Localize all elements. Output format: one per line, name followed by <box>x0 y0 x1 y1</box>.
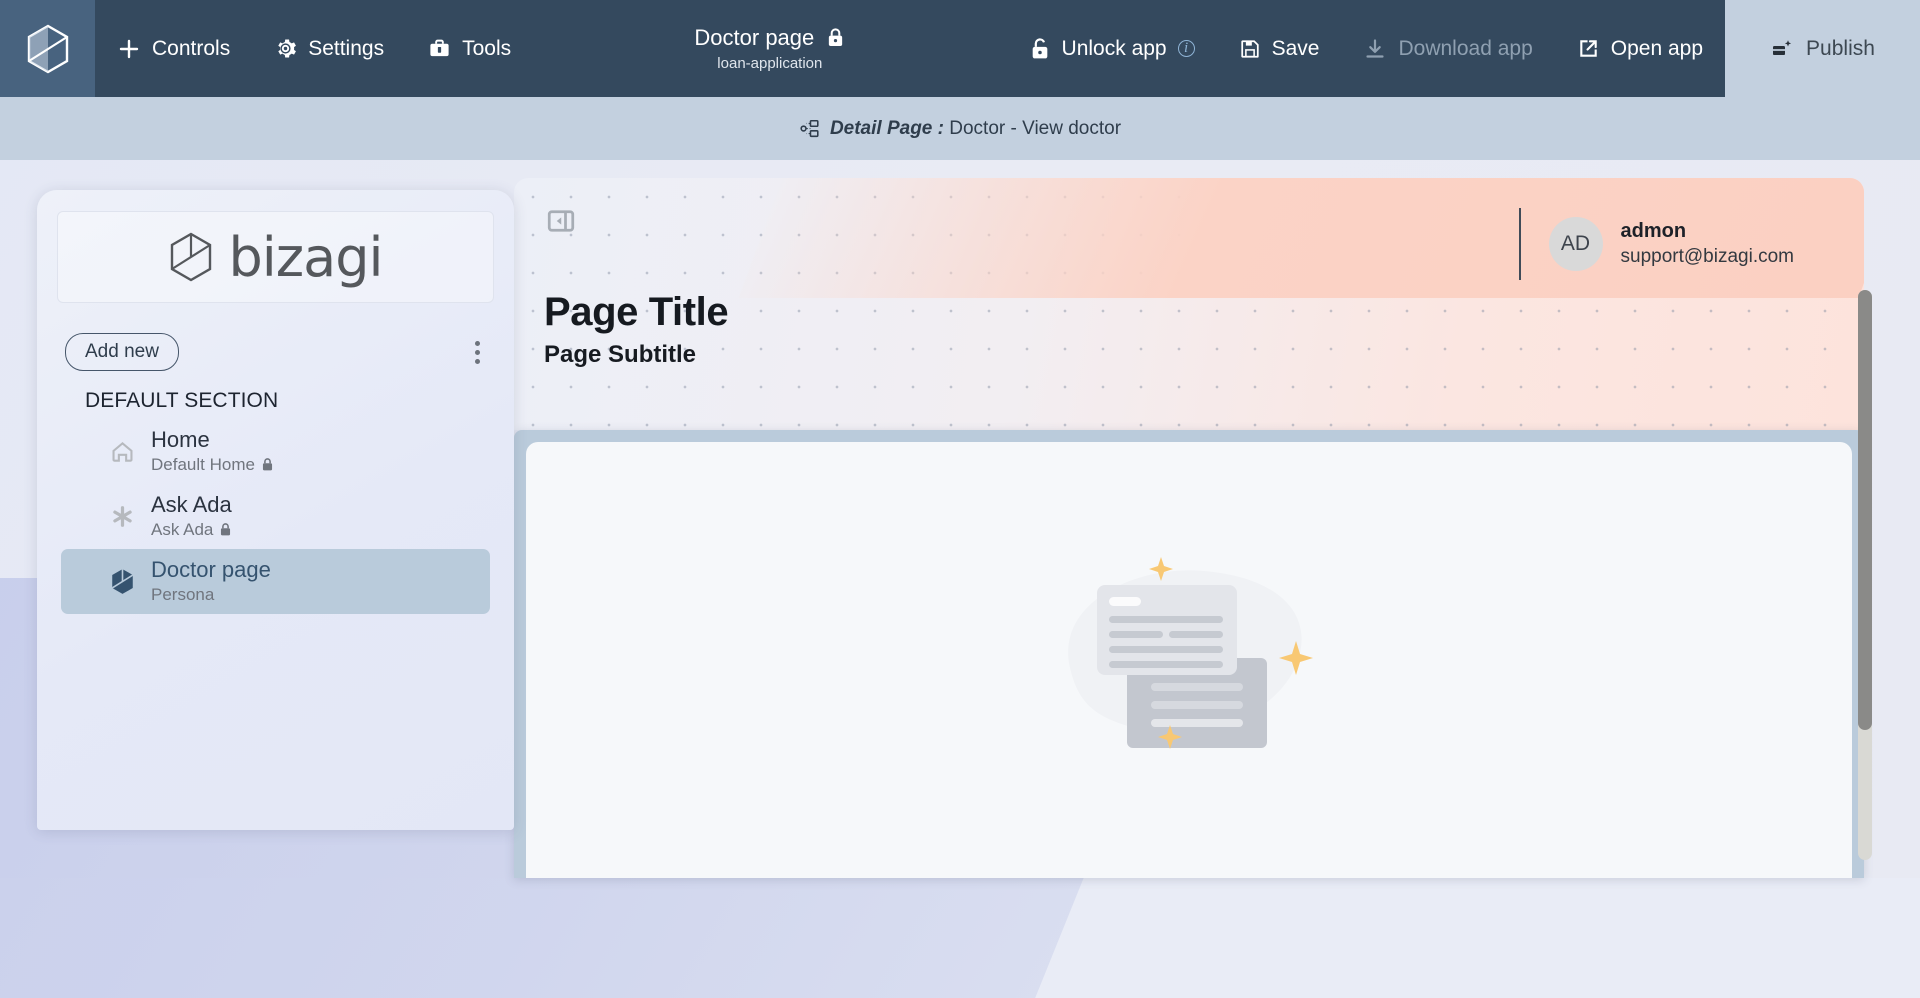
navigation-list: Home Default Home <box>37 419 514 614</box>
lock-open-icon <box>1029 37 1051 60</box>
add-new-button[interactable]: Add new <box>65 333 179 371</box>
external-link-icon <box>1577 37 1600 60</box>
user-text: admon support@bizagi.com <box>1621 219 1794 270</box>
app-logo-box[interactable]: bizagi <box>57 211 494 303</box>
panel-toolbar: Add new <box>37 303 514 371</box>
bizagi-cube-icon <box>169 232 213 282</box>
user-email: support@bizagi.com <box>1621 245 1794 270</box>
sidebar-item-text: Doctor page Persona <box>151 558 271 605</box>
open-app-label: Open app <box>1611 37 1703 61</box>
download-app-label: Download app <box>1398 37 1532 61</box>
sidebar-item-subtitle-row: Persona <box>151 585 271 605</box>
breadcrumb-prefix: Detail Page : <box>830 118 944 139</box>
page-meta-container: Doctor page loan-application <box>533 0 1006 97</box>
publish-icon <box>1770 37 1794 61</box>
sidebar-item-text: Home Default Home <box>151 428 274 475</box>
sidebar-item-subtitle: Ask Ada <box>151 520 213 540</box>
documents-placeholder-illustration <box>1039 543 1339 768</box>
sidebar-item-subtitle: Persona <box>151 585 214 605</box>
download-app-button[interactable]: Download app <box>1341 0 1554 97</box>
unlock-app-button[interactable]: Unlock app i <box>1007 0 1217 97</box>
open-app-button[interactable]: Open app <box>1555 0 1725 97</box>
unlock-app-label: Unlock app <box>1062 37 1167 61</box>
sidebar-item-home[interactable]: Home Default Home <box>61 419 490 484</box>
breadcrumb-text: Detail Page : Doctor - View doctor <box>830 118 1121 140</box>
lock-closed-icon <box>219 522 232 537</box>
save-button[interactable]: Save <box>1217 0 1342 97</box>
bizagi-cube-icon <box>26 24 70 74</box>
avatar: AD <box>1549 217 1603 271</box>
settings-button[interactable]: Settings <box>252 0 406 97</box>
save-label: Save <box>1272 37 1320 61</box>
toolbar-right-group: Unlock app i Save Download app <box>1007 0 1725 97</box>
controls-label: Controls <box>152 37 230 61</box>
lock-closed-icon <box>261 457 274 472</box>
sitemap-icon <box>799 118 821 140</box>
tools-label: Tools <box>462 37 511 61</box>
current-app-name: loan-application <box>694 55 845 72</box>
sidebar-item-subtitle-row: Ask Ada <box>151 520 232 540</box>
toolbar-left-group: Controls Settings Tools <box>95 0 533 97</box>
app-navigation-panel: bizagi Add new DEFAULT SECTION Home Defa… <box>37 190 514 830</box>
kebab-menu-icon[interactable] <box>469 335 486 370</box>
sidebar-item-subtitle: Default Home <box>151 455 255 475</box>
top-toolbar: Controls Settings Tools Doctor page <box>0 0 1920 97</box>
info-icon[interactable]: i <box>1178 40 1195 57</box>
app-logo-text: bizagi <box>229 226 383 289</box>
brand-logo-tile[interactable] <box>0 0 95 97</box>
page-title-row: Doctor page <box>694 25 845 50</box>
settings-label: Settings <box>308 37 384 61</box>
home-icon <box>109 439 135 465</box>
user-name: admon <box>1621 219 1794 243</box>
toolbox-icon <box>428 37 451 60</box>
publish-label: Publish <box>1806 37 1875 61</box>
user-profile-chip[interactable]: AD admon support@bizagi.com <box>1519 208 1794 280</box>
user-divider <box>1519 208 1521 280</box>
content-card <box>526 442 1852 878</box>
tools-button[interactable]: Tools <box>406 0 533 97</box>
asterisk-icon <box>109 504 135 530</box>
gear-icon <box>274 37 297 60</box>
panel-collapse-icon[interactable] <box>546 206 576 241</box>
section-header-label: DEFAULT SECTION <box>37 371 514 419</box>
scrollbar-thumb[interactable] <box>1858 290 1872 730</box>
sidebar-item-subtitle-row: Default Home <box>151 455 274 475</box>
breadcrumb: Detail Page : Doctor - View doctor <box>0 97 1920 160</box>
publish-button[interactable]: Publish <box>1725 0 1920 97</box>
current-page-name: Doctor page <box>694 25 814 50</box>
vertical-scrollbar[interactable] <box>1858 290 1872 860</box>
bizagi-cube-icon <box>109 569 135 595</box>
page-canvas: AD admon support@bizagi.com Page Title P… <box>514 178 1864 878</box>
sidebar-item-doctor-page[interactable]: Doctor page Persona <box>61 549 490 614</box>
sidebar-item-title: Ask Ada <box>151 492 232 517</box>
page-title: Page Title <box>544 290 728 335</box>
breadcrumb-target: Doctor - View doctor <box>949 118 1121 139</box>
content-widget-frame[interactable] <box>514 430 1864 878</box>
sidebar-item-title: Doctor page <box>151 557 271 582</box>
sidebar-item-text: Ask Ada Ask Ada <box>151 493 232 540</box>
lock-closed-icon <box>826 27 845 48</box>
page-subtitle: Page Subtitle <box>544 341 696 369</box>
canvas-header-band: AD admon support@bizagi.com Page Title P… <box>514 178 1864 430</box>
floppy-disk-icon <box>1239 38 1261 60</box>
sidebar-item-ask-ada[interactable]: Ask Ada Ask Ada <box>61 484 490 549</box>
sidebar-item-title: Home <box>151 427 210 452</box>
plus-icon <box>117 37 141 61</box>
controls-button[interactable]: Controls <box>95 0 252 97</box>
page-meta: Doctor page loan-application <box>694 25 845 72</box>
download-icon <box>1363 37 1387 61</box>
